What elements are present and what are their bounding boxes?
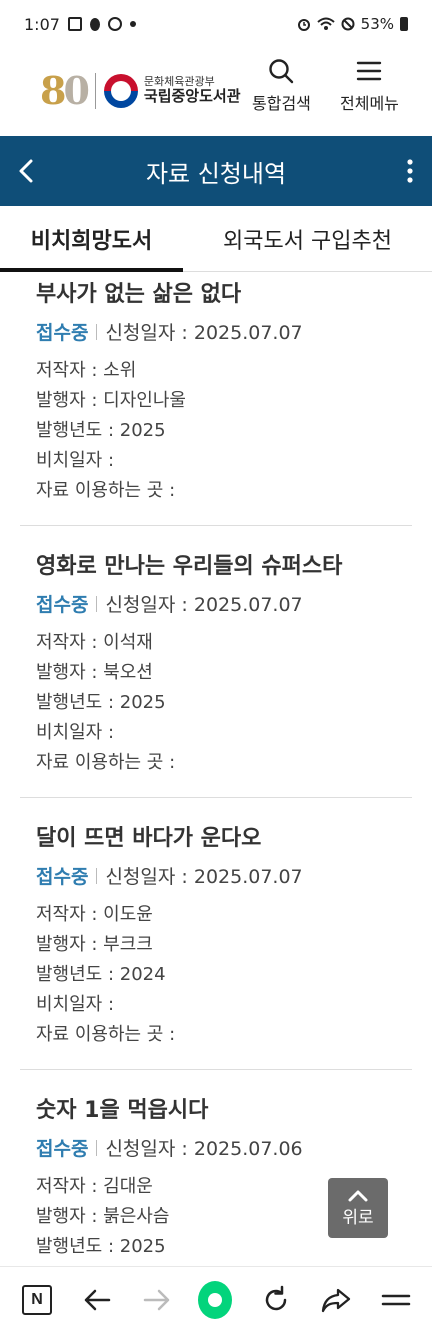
publish-year: 발행년도 : 2025 (36, 692, 166, 713)
green-dot-icon (198, 1281, 232, 1319)
library-name: 국립중앙도서관 (143, 87, 241, 106)
logo-divider (94, 72, 96, 109)
status-time: 1:07 (24, 14, 60, 34)
list-item[interactable]: 달이 뜨면 바다가 운다오 접수중 신청일자 : 2025.07.07 저작자 … (20, 798, 412, 1070)
publisher: 발행자 : 부크크 (36, 934, 153, 955)
scroll-top-button[interactable]: 위로 (328, 1178, 388, 1238)
status-badge: 접수중 (36, 866, 89, 888)
status-badge: 접수중 (36, 594, 89, 616)
back-button[interactable] (16, 158, 38, 188)
publisher: 발행자 : 디자인나울 (36, 390, 186, 411)
anniversary-80-logo: 80 (40, 68, 90, 113)
request-date: 신청일자 : 2025.07.07 (105, 322, 303, 344)
book-title: 부사가 없는 삶은 없다 (36, 282, 242, 307)
menu-label: 전체메뉴 (340, 94, 399, 113)
naver-n-icon: N (22, 1285, 52, 1315)
menu-lines-icon (381, 1294, 411, 1306)
publisher: 발행자 : 붉은사슴 (36, 1206, 170, 1227)
green-dot-button[interactable] (198, 1281, 232, 1319)
placement-date: 비치일자 : (36, 450, 115, 471)
status-badge: 접수중 (36, 1138, 89, 1160)
usage-location: 자료 이용하는 곳 : (36, 752, 176, 773)
more-options-button[interactable] (406, 158, 414, 188)
chevron-up-icon (348, 1190, 368, 1201)
status-bar: 1:07 53% (0, 0, 432, 48)
author: 저작자 : 소위 (36, 360, 137, 381)
author: 저작자 : 이석재 (36, 632, 153, 653)
wifi-icon (316, 17, 335, 30)
reload-icon (265, 1285, 287, 1311)
tab-hope-books[interactable]: 비치희망도서 (0, 206, 183, 272)
browser-menu-button[interactable] (379, 1283, 413, 1317)
scroll-top-label: 위로 (342, 1207, 374, 1228)
author: 저작자 : 이도윤 (36, 904, 153, 925)
book-title: 영화로 만나는 우리들의 슈퍼스타 (36, 554, 343, 579)
battery-icon (400, 17, 408, 31)
share-icon (321, 1288, 351, 1313)
publisher: 발행자 : 북오션 (36, 662, 153, 683)
browser-toolbar: N (0, 1266, 432, 1332)
search-icon (269, 59, 294, 84)
tab-foreign-books[interactable]: 외국도서 구입추천 (183, 206, 432, 271)
placement-date: 비치일자 : (36, 722, 115, 743)
fire-icon (89, 17, 100, 31)
site-logo[interactable]: 80 문화체육관광부 국립중앙도서관 (40, 68, 241, 113)
share-button[interactable] (319, 1283, 353, 1317)
search-button[interactable]: 통합검색 (252, 58, 311, 114)
book-title: 달이 뜨면 바다가 운다오 (36, 826, 262, 851)
forward-nav-button[interactable] (140, 1283, 174, 1317)
request-date: 신청일자 : 2025.07.06 (105, 1138, 303, 1160)
divider (96, 867, 98, 884)
request-date: 신청일자 : 2025.07.07 (105, 594, 303, 616)
publish-year: 발행년도 : 2024 (36, 964, 166, 985)
arrow-left-icon (84, 1289, 111, 1311)
placement-date: 비치일자 : (36, 994, 115, 1015)
status-badge: 접수중 (36, 322, 89, 344)
government-emblem-icon (103, 73, 138, 108)
request-date: 신청일자 : 2025.07.07 (105, 866, 303, 888)
camera-icon (107, 17, 122, 31)
alarm-icon (297, 19, 310, 31)
request-list: 부사가 없는 삶은 없다 접수중 신청일자 : 2025.07.07 저작자 :… (0, 272, 432, 1266)
author: 저작자 : 김대운 (36, 1176, 153, 1197)
publish-year: 발행년도 : 2025 (36, 1236, 166, 1257)
naver-home-button[interactable]: N (20, 1283, 54, 1317)
chevron-left-icon (19, 159, 33, 183)
page-title-bar: 자료 신청내역 (0, 136, 432, 206)
reload-button[interactable] (259, 1283, 293, 1317)
hamburger-icon (357, 61, 382, 81)
back-nav-button[interactable] (80, 1283, 114, 1317)
request-type-tabs: 비치희망도서 외국도서 구입추천 (0, 206, 432, 272)
divider (96, 595, 98, 612)
publish-year: 발행년도 : 2025 (36, 420, 166, 441)
divider (96, 323, 98, 340)
dot-icon (129, 21, 136, 27)
battery-percent: 53% (360, 15, 394, 33)
gallery-icon (67, 17, 82, 31)
list-item[interactable]: 부사가 없는 삶은 없다 접수중 신청일자 : 2025.07.07 저작자 :… (20, 272, 412, 526)
search-label: 통합검색 (252, 94, 311, 113)
usage-location: 자료 이용하는 곳 : (36, 480, 176, 501)
usage-location: 자료 이용하는 곳 : (36, 1024, 176, 1045)
divider (96, 1139, 98, 1156)
book-title: 숫자 1을 먹읍시다 (36, 1098, 209, 1123)
more-vertical-icon (407, 159, 413, 183)
menu-button[interactable]: 전체메뉴 (340, 58, 399, 114)
page-title: 자료 신청내역 (145, 159, 287, 188)
site-header: 80 문화체육관광부 국립중앙도서관 통합검색 전체메뉴 (0, 48, 432, 136)
arrow-right-icon (143, 1289, 170, 1311)
list-item[interactable]: 영화로 만나는 우리들의 슈퍼스타 접수중 신청일자 : 2025.07.07 … (20, 526, 412, 798)
no-signal-icon (341, 17, 355, 31)
